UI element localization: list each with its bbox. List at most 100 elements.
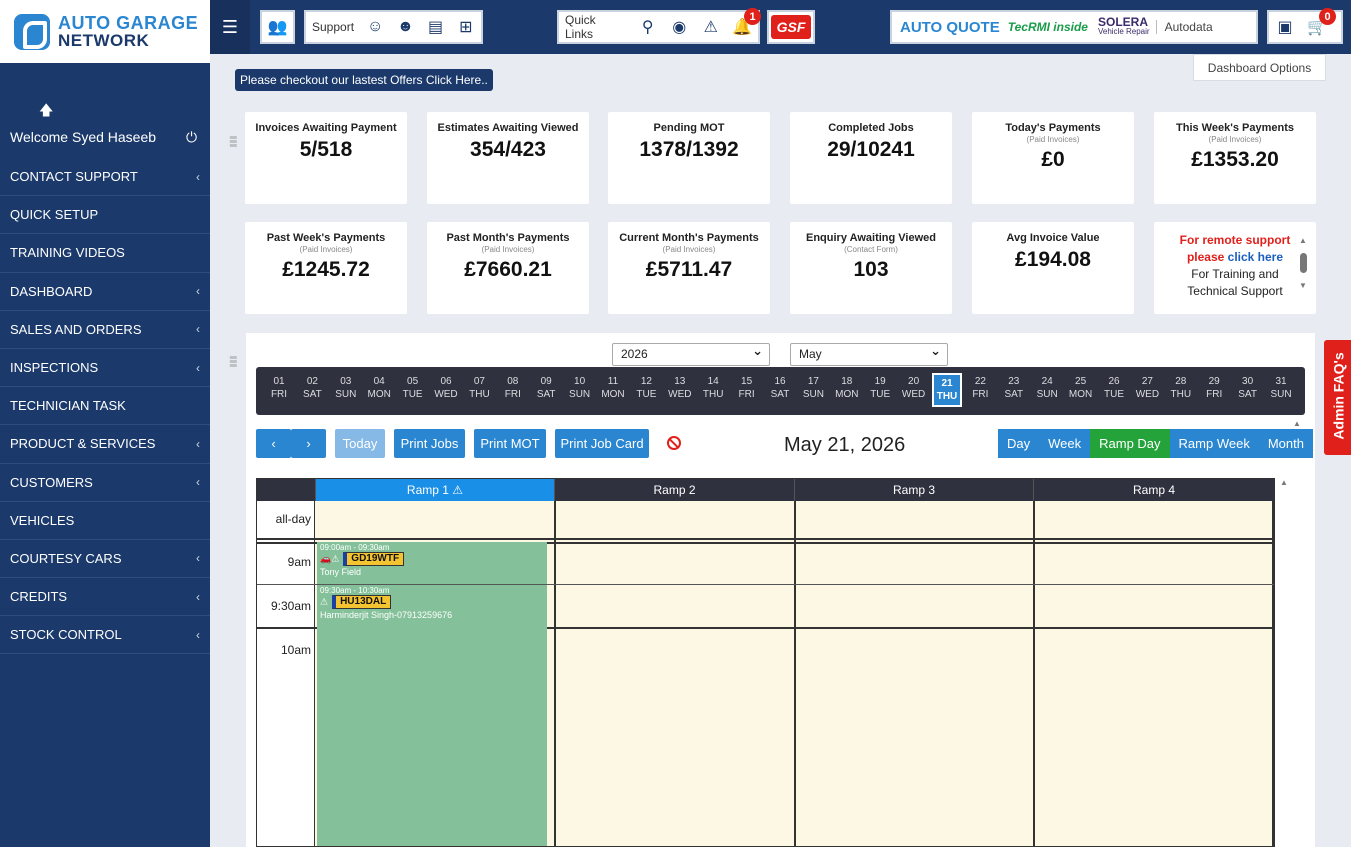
stat-card[interactable]: This Week's Payments (Paid Invoices) £1353…	[1154, 112, 1316, 204]
view-ramp-week-button[interactable]: Ramp Week	[1169, 429, 1259, 458]
day-cell[interactable]: 27 WED	[1132, 373, 1162, 407]
day-cell[interactable]: 25 MON	[1066, 373, 1096, 407]
admin-faq-tab[interactable]: Admin FAQ's	[1324, 340, 1351, 455]
view-week-button[interactable]: Week	[1039, 429, 1091, 458]
day-cell[interactable]: 24 SUN	[1032, 373, 1062, 407]
day-cell[interactable]: 13 WED	[665, 373, 695, 407]
ramp-header[interactable]: Ramp 3	[794, 479, 1033, 501]
day-cell[interactable]: 01 FRI	[264, 373, 294, 407]
day-cell[interactable]: 31 SUN	[1266, 373, 1296, 407]
month-select[interactable]: May	[790, 343, 948, 366]
day-cell[interactable]: 04 MON	[364, 373, 394, 407]
mot-icon[interactable]: ⚠	[698, 14, 724, 40]
stat-card[interactable]: Avg Invoice Value £194.08	[972, 222, 1134, 314]
print-mot-button[interactable]: Print MOT	[474, 429, 546, 458]
day-cell[interactable]: 08 FRI	[498, 373, 528, 407]
day-cell[interactable]: 07 THU	[464, 373, 494, 407]
add-document-icon[interactable]: ⊞	[454, 14, 478, 40]
day-cell[interactable]: 22 FRI	[965, 373, 995, 407]
print-job-card-button[interactable]: Print Job Card	[555, 429, 649, 458]
power-icon[interactable]: ⏻	[186, 129, 197, 146]
stat-card[interactable]: Enquiry Awaiting Viewed (Contact Form) 103	[790, 222, 952, 314]
next-button[interactable]: ›	[291, 429, 326, 458]
day-cell[interactable]: 16 SAT	[765, 373, 795, 407]
day-cell[interactable]: 15 FRI	[732, 373, 762, 407]
scroll-up-icon[interactable]: ▲	[1280, 478, 1288, 487]
stat-card[interactable]: Invoices Awaiting Payment 5/518	[245, 112, 407, 204]
drag-handle-icon[interactable]: ‗ ‗ ‗	[230, 346, 244, 366]
day-cell[interactable]: 20 WED	[899, 373, 929, 407]
brand-logo[interactable]: AUTO GARAGE NETWORK	[0, 0, 210, 63]
prev-button[interactable]: ‹	[256, 429, 291, 458]
day-cell[interactable]: 14 THU	[698, 373, 728, 407]
day-cell[interactable]: 29 FRI	[1199, 373, 1229, 407]
day-cell[interactable]: 23 SAT	[999, 373, 1029, 407]
user-icon[interactable]: ◉	[666, 14, 692, 40]
day-cell[interactable]: 19 TUE	[865, 373, 895, 407]
sidebar-item-training-videos[interactable]: TRAINING VIDEOS	[0, 234, 210, 273]
sidebar-item-technician-task[interactable]: TECHNICIAN TASK	[0, 387, 210, 426]
day-cell[interactable]: 06 WED	[431, 373, 461, 407]
stat-card[interactable]: Past Month's Payments (Paid Invoices) £766…	[427, 222, 589, 314]
sidebar-item-quick-setup[interactable]: QUICK SETUP	[0, 196, 210, 235]
sidebar-item-courtesy-cars[interactable]: COURTESY CARS ‹	[0, 540, 210, 579]
click-here-link[interactable]: click here	[1228, 250, 1283, 264]
sidebar-item-dashboard[interactable]: DASHBOARD ‹	[0, 273, 210, 311]
search-icon[interactable]: ⚲	[635, 14, 661, 40]
stat-card[interactable]: Past Week's Payments (Paid Invoices) £1245…	[245, 222, 407, 314]
day-cell[interactable]: 10 SUN	[565, 373, 595, 407]
day-cell[interactable]: 26 TUE	[1099, 373, 1129, 407]
support-agents-icon[interactable]: ☻	[393, 14, 417, 40]
stat-card[interactable]: Current Month's Payments (Paid Invoices) £…	[608, 222, 770, 314]
sidebar-item-stock-control[interactable]: STOCK CONTROL ‹	[0, 616, 210, 655]
cart-icon[interactable]: 🛒 0	[1304, 8, 1336, 40]
print-jobs-button[interactable]: Print Jobs	[394, 429, 465, 458]
sidebar-item-sales-and-orders[interactable]: SALES AND ORDERS ‹	[0, 311, 210, 349]
invoice-icon[interactable]: ▣	[1272, 14, 1298, 40]
ramp-header[interactable]: Ramp 4	[1033, 479, 1274, 501]
day-cell[interactable]: 17 SUN	[798, 373, 828, 407]
view-month-button[interactable]: Month	[1258, 429, 1313, 458]
day-cell[interactable]: 18 MON	[832, 373, 862, 407]
day-cell[interactable]: 02 SAT	[297, 373, 327, 407]
ramp-header[interactable]: Ramp 2	[554, 479, 794, 501]
sidebar-item-credits[interactable]: CREDITS ‹	[0, 578, 210, 617]
card-scrollbar[interactable]: ▲ ▼	[1299, 232, 1307, 302]
day-cell[interactable]: 21 THU	[932, 373, 962, 407]
stat-card[interactable]: Today's Payments (Paid Invoices) £0	[972, 112, 1134, 204]
sidebar-item-vehicles[interactable]: VEHICLES	[0, 502, 210, 540]
sidebar-item-customers[interactable]: CUSTOMERS ‹	[0, 464, 210, 502]
day-cell[interactable]: 05 TUE	[398, 373, 428, 407]
stat-card[interactable]: Completed Jobs 29/10241	[790, 112, 952, 204]
offers-banner[interactable]: Please checkout our lastest Offers Click…	[235, 69, 493, 91]
view-day-button[interactable]: Day	[998, 429, 1040, 458]
scroll-up-icon[interactable]: ▲	[1293, 419, 1301, 428]
view-ramp-day-button[interactable]: Ramp Day	[1090, 429, 1170, 458]
dashboard-options-button[interactable]: Dashboard Options	[1193, 54, 1326, 81]
day-cell[interactable]: 30 SAT	[1233, 373, 1263, 407]
year-select[interactable]: 2026	[612, 343, 770, 366]
day-cell[interactable]: 09 SAT	[531, 373, 561, 407]
sidebar-item-product-services[interactable]: PRODUCT & SERVICES ‹	[0, 425, 210, 464]
stat-card[interactable]: Pending MOT 1378/1392	[608, 112, 770, 204]
auto-quote-banner[interactable]: AUTO QUOTE TecRMI inside SOLERA Vehicle R…	[890, 10, 1258, 44]
gsf-button[interactable]: GSF	[767, 10, 815, 44]
scroll-up-icon[interactable]: 🡅	[39, 100, 53, 124]
stat-card[interactable]: Estimates Awaiting Viewed 354/423	[427, 112, 589, 204]
drag-handle-icon[interactable]: ‗ ‗ ‗	[230, 126, 244, 146]
team-button[interactable]: 👥	[260, 10, 295, 44]
job-event[interactable]: 09:30am - 10:30am ⚠ HU13DAL Harminderjit Si…	[317, 585, 547, 846]
day-cell[interactable]: 03 SUN	[331, 373, 361, 407]
technician-icon[interactable]: ☺	[363, 14, 387, 40]
today-button[interactable]: Today	[335, 429, 385, 458]
sidebar-item-inspections[interactable]: INSPECTIONS ‹	[0, 349, 210, 388]
day-cell[interactable]: 28 THU	[1166, 373, 1196, 407]
bell-icon[interactable]: 🔔 1	[730, 8, 762, 40]
cancel-icon[interactable]	[667, 436, 681, 450]
job-event[interactable]: 09:00am - 09:30am 🚗⚠ GD19WTF Tony Field	[317, 542, 547, 584]
ramp-header[interactable]: Ramp 1 ⚠	[315, 479, 554, 501]
day-cell[interactable]: 11 MON	[598, 373, 628, 407]
day-cell[interactable]: 12 TUE	[631, 373, 661, 407]
document-icon[interactable]: ▤	[424, 14, 448, 40]
hamburger-menu-icon[interactable]: ☰	[210, 0, 250, 54]
